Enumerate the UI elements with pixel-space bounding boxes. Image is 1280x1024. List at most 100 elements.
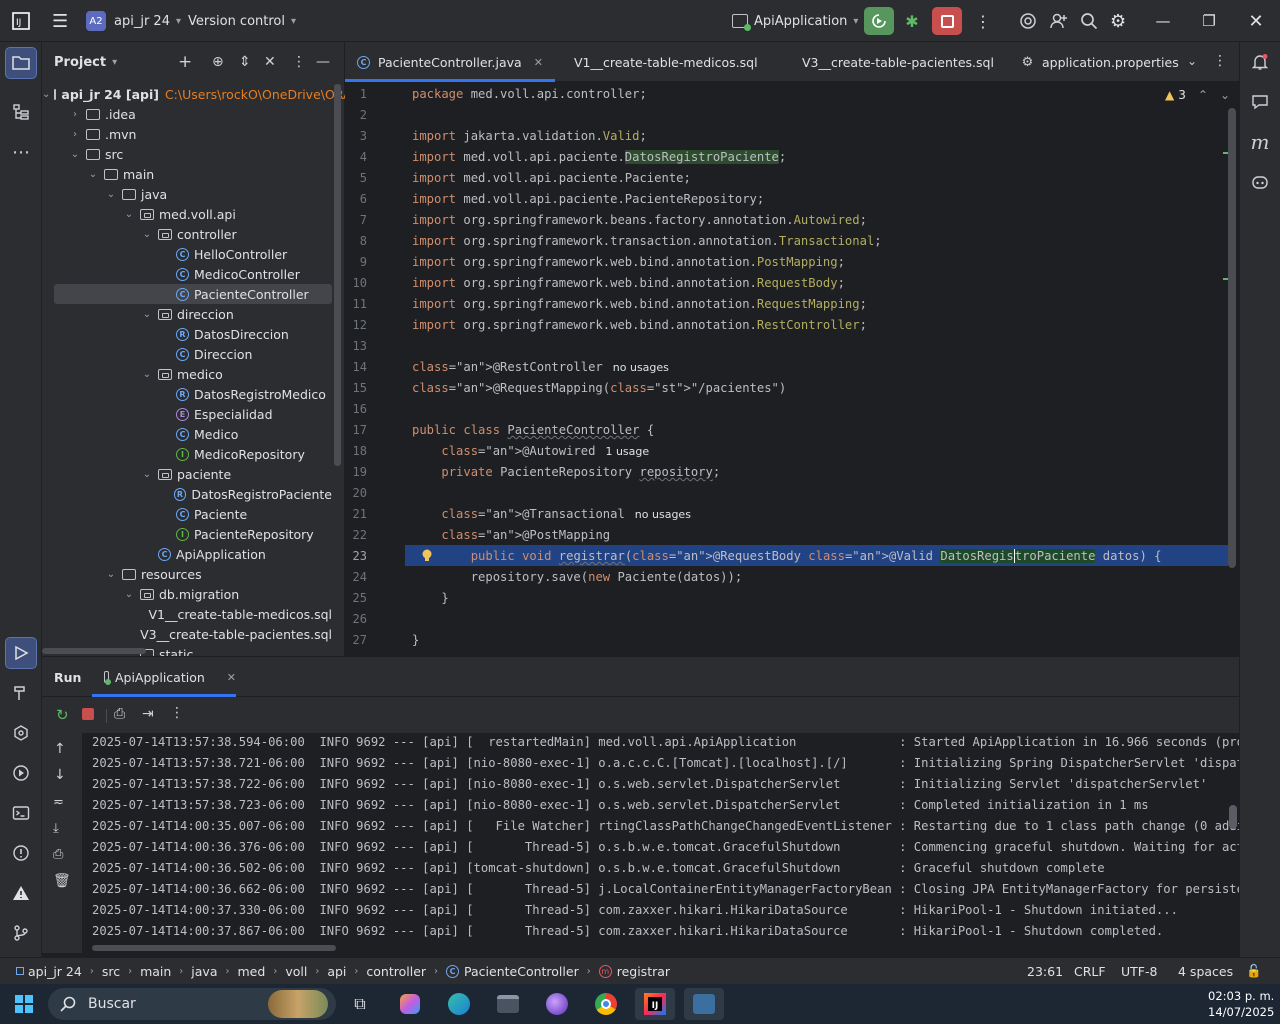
stop-button[interactable] — [932, 7, 962, 35]
code-editor[interactable]: 1 2 3 4 5 6 7 8 9 10 11 12 13 14 15 16 17 18 19 20 21 22 23 24 2… — [345, 82, 1239, 656]
tree-item[interactable]: C Direccion — [42, 344, 332, 364]
tree-item[interactable]: E Especialidad — [42, 404, 332, 424]
print-icon[interactable]: ⎙ — [53, 847, 63, 862]
project-panel-title[interactable]: Project — [54, 55, 106, 70]
soft-wrap-icon[interactable]: ≂ — [53, 795, 64, 810]
breadcrumb-item[interactable]: voll — [285, 964, 307, 979]
close-tab-icon[interactable]: ✕ — [227, 671, 236, 684]
tab-v3-pacientes[interactable]: V3__create-table-pacientes.sql — [781, 42, 994, 82]
close-window-button[interactable]: ✕ — [1233, 0, 1279, 42]
console-output[interactable]: 2025-07-14T13:57:38.594-06:00 INFO 9692 … — [82, 733, 1239, 953]
eclipse-app-icon[interactable] — [537, 988, 577, 1020]
next-highlight-icon[interactable]: ⌄ — [1220, 88, 1230, 102]
tree-item[interactable]: C MedicoController — [42, 264, 332, 284]
close-tab-icon[interactable]: ✕ — [534, 56, 543, 69]
task-view-icon[interactable]: ⧉ — [340, 988, 380, 1020]
settings-gear-icon[interactable]: ⚙ — [1110, 0, 1126, 42]
tree-item[interactable]: ⌄ resources — [42, 564, 332, 584]
collapse-all-icon[interactable]: ✕ — [264, 54, 276, 70]
more-actions-icon[interactable]: ⋮ — [975, 0, 991, 42]
copilot-icon[interactable] — [1244, 166, 1276, 198]
code-line[interactable]: class="an">@Transactional no usages — [412, 504, 691, 525]
add-user-icon[interactable] — [1049, 0, 1069, 42]
breadcrumb-item[interactable]: registrar — [617, 964, 670, 979]
code-line[interactable]: class="an">@PostMapping — [412, 525, 610, 546]
chevron-down-icon[interactable]: ⌄ — [122, 589, 136, 600]
tree-item[interactable]: C Medico — [42, 424, 332, 444]
terminal-icon[interactable] — [5, 797, 37, 829]
code-line[interactable]: import med.voll.api.paciente.DatosRegist… — [412, 147, 786, 168]
build-hammer-icon[interactable] — [5, 677, 37, 709]
tree-item[interactable]: C ApiApplication — [42, 544, 332, 564]
tree-item[interactable]: ⌄ paciente — [42, 464, 332, 484]
code-line[interactable]: import med.voll.api.paciente.Paciente; — [412, 168, 691, 189]
intellij-app-icon[interactable]: IJ — [635, 988, 675, 1020]
chevron-right-icon[interactable]: › — [68, 109, 82, 120]
breadcrumb-item[interactable]: api — [327, 964, 346, 979]
project-switcher[interactable]: A2 api_jr 24 ▾ — [86, 0, 181, 42]
chevron-down-icon[interactable]: ⌄ — [140, 369, 154, 380]
edge-browser-icon[interactable] — [439, 988, 479, 1020]
tree-item[interactable]: ⌄ med.voll.api — [42, 204, 332, 224]
chevron-down-icon[interactable]: ⌄ — [104, 569, 118, 580]
debug-bug-icon[interactable]: ✱ — [900, 10, 924, 32]
usage-hint[interactable]: no usages — [635, 508, 691, 521]
hide-panel-icon[interactable]: — — [316, 54, 330, 70]
tabs-more-icon[interactable]: ⋮ — [1213, 53, 1227, 69]
rerun-icon[interactable]: ↻ — [56, 706, 69, 724]
code-line[interactable]: class="an">@RestController no usages — [412, 357, 669, 378]
tree-item[interactable]: V3__create-table-pacientes.sql — [42, 624, 332, 644]
code-line[interactable]: class="an">@RequestMapping(class="st">"/… — [412, 378, 786, 399]
tab-application-properties[interactable]: ⚙ application.properties — [1021, 42, 1179, 82]
tree-item[interactable]: V1__create-table-medicos.sql — [42, 604, 332, 624]
locate-target-icon[interactable]: ⊕ — [212, 54, 224, 70]
chevron-down-icon[interactable]: ▾ — [112, 57, 117, 68]
lightbulb-icon[interactable] — [421, 548, 433, 562]
tree-item[interactable]: R DatosRegistroMedico — [42, 384, 332, 404]
tree-item[interactable]: C Paciente — [42, 504, 332, 524]
chevron-down-icon[interactable]: ⌄ — [104, 189, 118, 200]
run-panel-title[interactable]: Run — [54, 670, 81, 685]
run-tool-icon[interactable] — [5, 637, 37, 669]
exit-icon[interactable]: ⇥ — [142, 706, 154, 722]
git-branch-icon[interactable] — [5, 917, 37, 949]
tree-item[interactable]: ⌄ direccion — [42, 304, 332, 324]
usage-hint[interactable]: no usages — [613, 361, 669, 374]
maximize-button[interactable]: ❐ — [1186, 0, 1232, 42]
notifications-bell-icon[interactable] — [1244, 46, 1276, 78]
editor-scrollbar[interactable] — [1228, 108, 1236, 568]
problems-icon[interactable] — [5, 837, 37, 869]
breadcrumb-item[interactable]: main — [140, 964, 171, 979]
minimize-button[interactable]: — — [1140, 0, 1186, 42]
tree-item[interactable]: I PacienteRepository — [42, 524, 332, 544]
code-line[interactable]: import org.springframework.transaction.a… — [412, 231, 882, 252]
scroll-down-arrow-icon[interactable]: ↓ — [54, 767, 66, 783]
line-separator[interactable]: CRLF — [1074, 958, 1106, 984]
project-tool-folder-icon[interactable] — [5, 47, 37, 79]
code-line[interactable]: package med.voll.api.controller; — [412, 84, 647, 105]
scroll-to-end-icon[interactable]: ⤓ — [53, 821, 59, 836]
console-horizontal-scrollbar[interactable] — [92, 945, 336, 951]
mysql-workbench-icon[interactable] — [684, 988, 724, 1020]
trash-icon[interactable]: 🗑 — [53, 873, 71, 889]
ai-chat-icon[interactable] — [1244, 86, 1276, 118]
scroll-up-arrow-icon[interactable]: ↑ — [54, 741, 66, 757]
project-horizontal-scrollbar[interactable] — [42, 648, 146, 654]
tree-item[interactable]: ⌄ medico — [42, 364, 332, 384]
code-line[interactable]: } — [412, 630, 419, 651]
chevron-down-icon[interactable]: ⌄ — [140, 229, 154, 240]
tree-item[interactable]: › .mvn — [42, 124, 332, 144]
tree-item[interactable]: C HelloController — [42, 244, 332, 264]
rerun-button[interactable] — [864, 7, 894, 35]
main-menu-icon[interactable]: IJ — [12, 0, 30, 42]
expand-all-icon[interactable]: ⇕ — [239, 54, 251, 70]
services-icon[interactable] — [5, 717, 37, 749]
tree-item[interactable]: R DatosRegistroPaciente — [42, 484, 332, 504]
more-tools-icon[interactable]: ⋯ — [5, 136, 37, 168]
stop-icon[interactable] — [82, 708, 94, 720]
tab-pacientecontroller[interactable]: C PacienteController.java ✕ — [345, 42, 555, 82]
code-line[interactable]: private PacienteRepository repository; — [412, 462, 720, 483]
add-icon[interactable]: + — [178, 52, 192, 72]
breadcrumb-item[interactable]: api_jr 24 — [28, 964, 82, 979]
indent-setting[interactable]: 4 spaces — [1178, 958, 1233, 984]
